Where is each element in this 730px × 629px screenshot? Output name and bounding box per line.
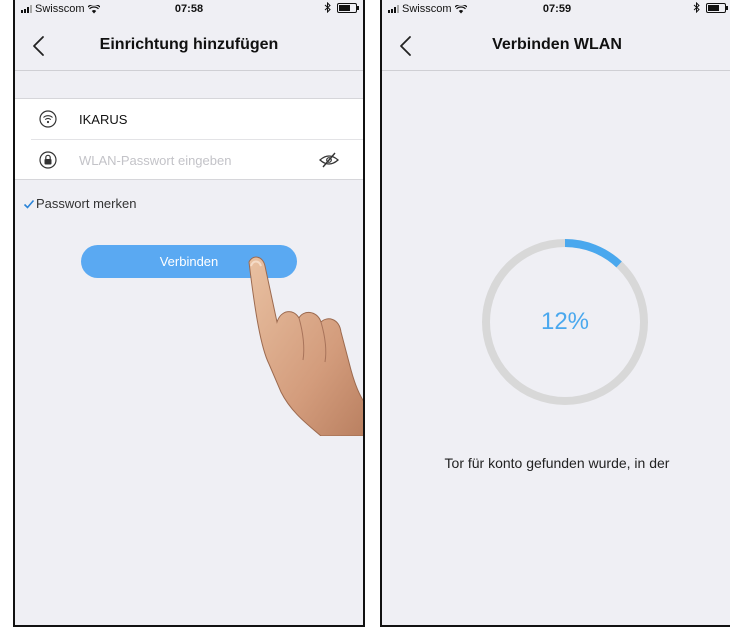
- status-right: [693, 2, 728, 13]
- page-title: Verbinden WLAN: [492, 36, 622, 53]
- ssid-value: IKARUS: [79, 111, 128, 127]
- check-icon: [23, 199, 35, 209]
- phone-screen-connecting: Swisscom 07:59 Verbinden WLAN 12% Tor fü…: [380, 0, 730, 627]
- password-field[interactable]: WLAN-Passwort eingeben: [79, 153, 231, 168]
- status-right: [324, 2, 359, 13]
- pointing-hand-icon: [248, 256, 363, 436]
- wifi-form: IKARUS WLAN-Passwort eingeben: [15, 98, 363, 180]
- page-title: Einrichtung hinzufügen: [99, 36, 279, 53]
- remember-password-checkbox[interactable]: Passwort merken: [23, 196, 136, 211]
- battery-icon: [706, 2, 728, 13]
- nav-bar: Einrichtung hinzufügen: [15, 18, 363, 71]
- status-time: 07:58: [174, 3, 204, 15]
- progress-ring: 12%: [479, 236, 651, 408]
- wifi-icon: [39, 110, 57, 128]
- phone-screen-setup: Swisscom 07:58 Einrichtung hinzufügen IK…: [13, 0, 365, 627]
- ssid-row[interactable]: IKARUS: [15, 99, 363, 139]
- status-time: 07:59: [542, 3, 572, 15]
- password-row[interactable]: WLAN-Passwort eingeben: [31, 139, 363, 180]
- nav-bar: Verbinden WLAN: [382, 18, 730, 71]
- bluetooth-icon: [324, 2, 331, 13]
- lock-icon: [39, 151, 57, 169]
- status-bar: Swisscom 07:59: [382, 0, 730, 18]
- progress-label: 12%: [540, 308, 590, 335]
- remember-label: Passwort merken: [36, 196, 137, 211]
- eye-hidden-icon[interactable]: [319, 152, 339, 168]
- status-bar: Swisscom 07:58: [15, 0, 363, 18]
- battery-icon: [337, 2, 359, 13]
- status-message: Tor für konto gefunden wurde, in der: [444, 455, 670, 471]
- bluetooth-icon: [693, 2, 700, 13]
